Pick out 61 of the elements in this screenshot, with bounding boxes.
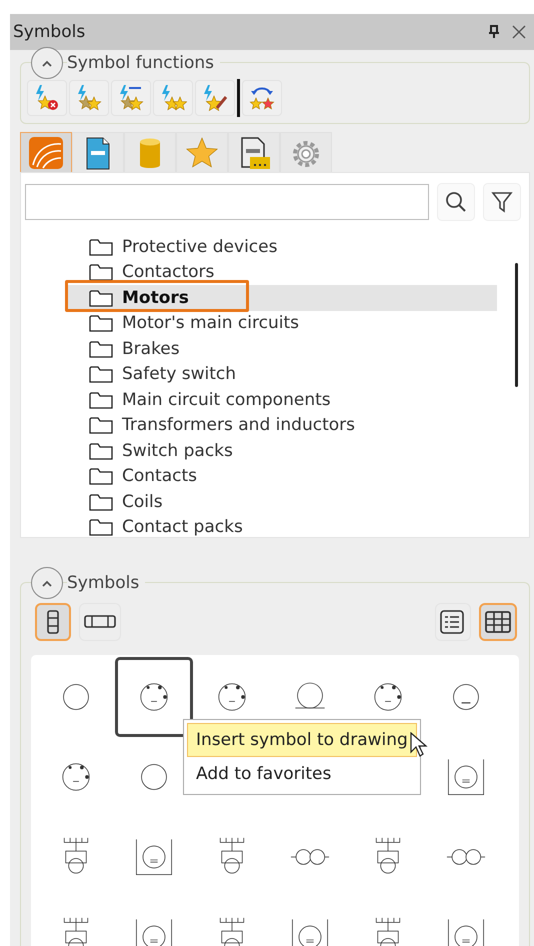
folder-icon: [89, 288, 113, 308]
bolt-star-icon: [33, 84, 61, 112]
folder-icon: [89, 415, 113, 436]
collapse-button[interactable]: [31, 567, 63, 599]
tab[interactable]: [228, 132, 280, 172]
group-title: Symbols: [67, 573, 146, 593]
pin-icon: [488, 25, 500, 39]
group-title: Symbol functions: [67, 53, 220, 73]
list-view-icon: [440, 610, 466, 634]
folder-icon: [89, 492, 113, 512]
tree-item[interactable]: Coils: [65, 489, 497, 514]
tree-item[interactable]: Main circuit components: [65, 387, 497, 412]
function-button[interactable]: [242, 80, 282, 116]
filter-button[interactable]: [483, 183, 521, 221]
scrollbar[interactable]: [515, 263, 518, 387]
tree-item[interactable]: Motor's main circuits: [65, 310, 497, 336]
function-button[interactable]: [27, 80, 67, 116]
bolt-star-icon: [75, 84, 103, 112]
tree-item[interactable]: Brakes: [65, 336, 497, 362]
logo-icon: [27, 134, 65, 170]
folder-icon: [89, 440, 113, 461]
close-button[interactable]: [510, 23, 528, 41]
tab[interactable]: [72, 132, 124, 172]
tree-item[interactable]: Safety switch: [65, 362, 497, 387]
tree-item[interactable]: Protective devices: [65, 234, 497, 260]
caret-icon: [41, 579, 53, 587]
folder-icon: [89, 466, 113, 486]
tree-item[interactable]: Contactors: [65, 260, 497, 285]
close-icon: [512, 25, 526, 39]
folder-icon: [89, 262, 113, 282]
folder-icon: [89, 364, 113, 384]
search-button[interactable]: [437, 183, 475, 221]
function-button[interactable]: [195, 80, 235, 116]
search-icon: [445, 191, 467, 213]
tree-item[interactable]: Transformers and inductors: [65, 412, 497, 438]
function-button[interactable]: [153, 80, 193, 116]
tree-item[interactable]: Contacts: [65, 464, 497, 489]
collapse-button[interactable]: [31, 47, 63, 79]
pin-button[interactable]: [486, 23, 502, 41]
bolt-star-icon: [201, 84, 229, 112]
folder-icon: [89, 313, 113, 334]
tree-item[interactable]: Switch packs: [65, 438, 497, 464]
tree-item[interactable]: Contact packs: [65, 514, 497, 540]
window-title: Symbols: [13, 22, 86, 42]
folder-icon: [89, 390, 113, 410]
search-field[interactable]: [25, 184, 429, 220]
caret-icon: [41, 59, 53, 67]
view-button[interactable]: [479, 603, 517, 641]
menu-item[interactable]: Insert symbol to drawing: [187, 723, 417, 757]
grid-view-icon: [485, 610, 511, 634]
tree-item[interactable]: Motors: [65, 285, 497, 310]
filter-icon: [491, 191, 513, 213]
function-button[interactable]: [69, 80, 109, 116]
bolt-star-icon: [159, 84, 187, 112]
bolt-star-icon: [117, 84, 145, 112]
vertical-layout-icon: [47, 610, 59, 634]
function-button[interactable]: [111, 80, 151, 116]
view-button[interactable]: [35, 603, 71, 641]
folder-icon: [89, 236, 113, 257]
menu-item[interactable]: Add to favorites: [187, 757, 417, 791]
folder-icon: [89, 338, 113, 359]
